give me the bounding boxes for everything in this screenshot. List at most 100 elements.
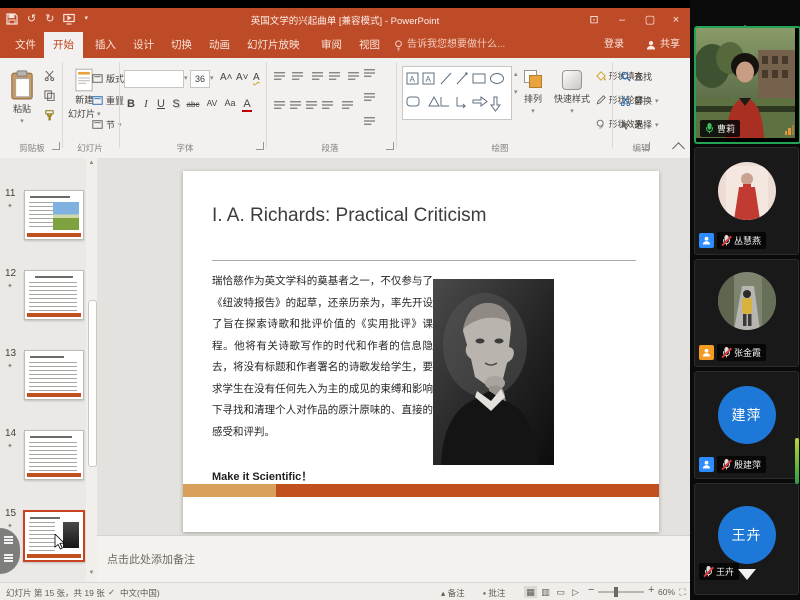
shapes-gallery[interactable]: A A (402, 66, 512, 120)
zoom-slider-knob[interactable] (614, 587, 618, 597)
select-button[interactable]: 选择 ▾ (620, 118, 659, 131)
italic-button[interactable]: I (139, 98, 153, 110)
align-left-button[interactable] (274, 100, 285, 110)
character-spacing-button[interactable]: AV (204, 98, 220, 108)
font-name-combobox[interactable] (124, 70, 184, 88)
clipboard-dialog-launcher[interactable] (52, 142, 60, 150)
tab-file[interactable]: 文件 (6, 32, 45, 58)
slide-thumbnail-12[interactable] (24, 270, 84, 320)
slide-title[interactable]: I. A. Richards: Practical Criticism (212, 205, 642, 227)
convert-smartart-button[interactable] (364, 116, 375, 126)
scroll-participants-down-icon[interactable] (738, 580, 756, 595)
zoom-slider[interactable] (598, 591, 644, 593)
participant-tile-wanghui[interactable]: 王卉 王卉 (694, 483, 799, 595)
participant-tile-yinjianping[interactable]: 建萍 殷建萍 (694, 371, 799, 479)
zoom-in-button[interactable]: + (648, 584, 654, 596)
columns-button[interactable] (342, 100, 353, 110)
participant-tile-conghuiyan[interactable]: 丛慧燕 (694, 147, 799, 255)
numbering-button[interactable] (292, 71, 303, 81)
zoom-out-button[interactable]: − (588, 584, 594, 596)
align-text-button[interactable] (364, 92, 375, 102)
fit-to-window-button[interactable]: ⛶ (676, 586, 689, 598)
font-size-combobox[interactable]: 36 (190, 70, 210, 88)
share-button[interactable]: 共享 (646, 32, 680, 58)
tab-insert[interactable]: 插入 (86, 32, 125, 58)
align-center-button[interactable] (290, 100, 301, 110)
slideshow-view-button[interactable]: ▷ (569, 586, 582, 598)
font-size-dropdown[interactable]: ▾ (210, 74, 214, 82)
list-icon (4, 536, 13, 538)
strikethrough-button[interactable]: abc (184, 100, 202, 109)
arrange-button[interactable]: 排列 ▾ (524, 70, 542, 115)
slide-canvas[interactable]: I. A. Richards: Practical Criticism 瑞恰慈作… (183, 171, 659, 532)
language-indicator[interactable]: 中文(中国) (120, 587, 160, 599)
tab-design[interactable]: 设计 (124, 32, 163, 58)
scroll-down-icon[interactable]: ▼ (86, 570, 97, 576)
copy-button[interactable] (44, 90, 55, 101)
comments-toggle-button[interactable]: ▪ 批注 (483, 587, 505, 599)
increase-indent-button[interactable] (329, 71, 340, 81)
paste-dropdown[interactable]: ▾ (20, 117, 24, 125)
bold-button[interactable]: B (124, 98, 138, 110)
decrease-indent-button[interactable] (312, 71, 323, 81)
quick-styles-button[interactable]: 快速样式 ▾ (552, 70, 592, 115)
slide-thumbnail-11[interactable] (24, 190, 84, 240)
clear-formatting-button[interactable]: A (253, 72, 260, 83)
grow-font-button[interactable]: A˄ (220, 72, 233, 83)
tell-me-box[interactable]: 告诉我您想要做什么... (394, 32, 505, 58)
bullets-button[interactable] (274, 71, 285, 81)
section-button[interactable]: 节▾ (92, 118, 122, 131)
restore-button[interactable]: ▢ (638, 8, 662, 32)
collapse-ribbon-button[interactable] (672, 142, 685, 155)
tab-transitions[interactable]: 切换 (162, 32, 201, 58)
sign-in-button[interactable]: 登录 (604, 32, 624, 58)
text-direction-button[interactable] (364, 68, 375, 78)
tab-animations[interactable]: 动画 (200, 32, 239, 58)
thumbnail-scrollbar[interactable]: ▲ ▼ (86, 158, 97, 582)
slide-sorter-view-button[interactable]: ▥ (539, 586, 552, 598)
change-case-button[interactable]: Aa (222, 98, 238, 108)
ribbon-display-options-button[interactable]: ⊡ (582, 8, 606, 32)
replace-button[interactable]: 替换 ▾ (620, 94, 659, 107)
find-button[interactable]: 查找 (620, 70, 652, 83)
slide-thumbnail-13[interactable] (24, 350, 84, 400)
underline-button[interactable]: U (154, 98, 168, 110)
mic-muted-icon (722, 459, 731, 470)
slide-body-text[interactable]: 瑞恰慈作为英文学科的奠基者之一，不仅参与了《纽波特报告》的起草，还亲历亲为，率先… (212, 271, 433, 443)
font-dialog-launcher[interactable] (256, 142, 264, 150)
tab-view[interactable]: 视图 (350, 32, 389, 58)
slide-thumbnail-14[interactable] (24, 430, 84, 480)
font-name-dropdown[interactable]: ▾ (184, 74, 188, 82)
shrink-font-button[interactable]: A˅ (236, 72, 249, 83)
participant-tile-caoli[interactable]: 曹莉 (694, 26, 800, 144)
tab-slideshow[interactable]: 幻灯片放映 (238, 32, 309, 58)
paste-button[interactable]: 粘贴 ▾ (10, 70, 34, 125)
format-painter-button[interactable] (44, 110, 55, 121)
tab-home[interactable]: 开始 (44, 32, 83, 58)
shapes-scroll-up[interactable]: ▴ (514, 70, 518, 78)
minimize-button[interactable]: – (610, 8, 634, 32)
zoom-level[interactable]: 60% (658, 587, 675, 597)
richards-portrait-photo[interactable] (433, 279, 554, 465)
close-button[interactable]: × (664, 8, 688, 32)
paragraph-dialog-launcher[interactable] (386, 142, 394, 150)
tab-review[interactable]: 审阅 (312, 32, 351, 58)
slide-tagline[interactable]: Make it Scientific！ (212, 468, 312, 484)
notes-pane[interactable]: 点击此处添加备注 (97, 535, 690, 583)
cut-button[interactable] (44, 70, 55, 81)
spellcheck-icon[interactable]: ✓ (108, 587, 115, 598)
shapes-scroll-down[interactable]: ▾ (514, 88, 518, 96)
text-shadow-button[interactable]: S (169, 98, 183, 110)
paste-icon (10, 70, 34, 100)
reading-view-button[interactable]: ▭ (554, 586, 567, 598)
font-color-button[interactable]: A (242, 98, 252, 112)
scroll-up-icon[interactable]: ▲ (86, 160, 97, 166)
normal-view-button[interactable]: ▦ (524, 586, 537, 598)
collapse-strip-up-icon[interactable] (737, 8, 753, 26)
notes-toggle-button[interactable]: ▴ 备注 (441, 587, 465, 599)
justify-button[interactable] (322, 100, 333, 110)
line-spacing-button[interactable] (348, 71, 359, 81)
participant-tile-zhangjinxia[interactable]: 张金霞 (694, 259, 799, 367)
scrollbar-thumb[interactable] (88, 300, 97, 467)
align-right-button[interactable] (306, 100, 317, 110)
